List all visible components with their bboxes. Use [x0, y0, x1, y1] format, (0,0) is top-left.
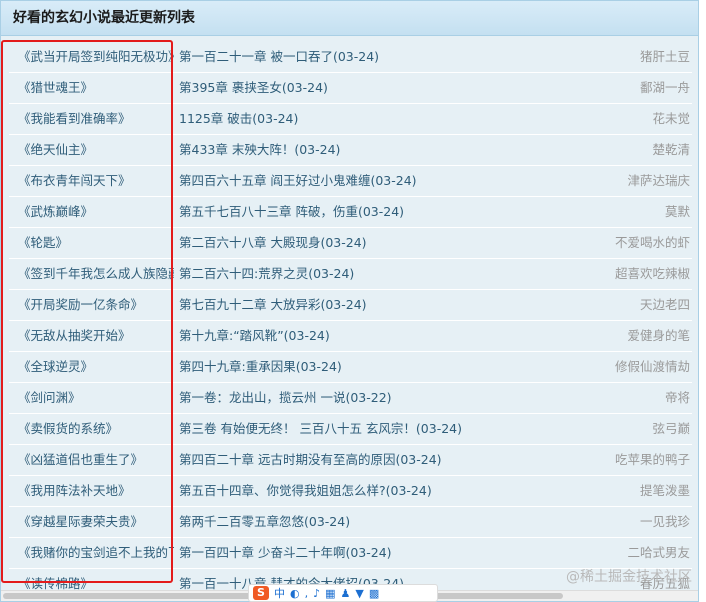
novel-title-link[interactable]: 《全球逆灵》 — [18, 352, 174, 382]
novel-title-link[interactable]: 《剑问渊》 — [18, 383, 174, 413]
list-item: 《签到千年我怎么成人族隐藏 第二百六十四:荒界之灵(03-24) 超喜欢吃辣椒 — [9, 259, 692, 290]
list-item: 《全球逆灵》 第四十九章:重承因果(03-24) 修假仙渡情劫 — [9, 352, 692, 383]
author-link[interactable]: 二哈式男友 — [580, 538, 690, 568]
ime-mode-toggle[interactable]: 中 — [274, 585, 285, 601]
mic-icon[interactable]: ♪ — [313, 587, 320, 600]
latest-chapter-link[interactable]: 第四十九章:重承因果(03-24) — [179, 352, 599, 382]
novel-title-link[interactable]: 《武炼巅峰》 — [18, 197, 174, 227]
author-link[interactable]: 提笔泼墨 — [580, 476, 690, 506]
ime-logo-icon[interactable]: S — [253, 586, 269, 600]
list-item: 《无敌从抽奖开始》 第十九章:“踏风靴”(03-24) 爱健身的笔 — [9, 321, 692, 352]
latest-chapter-link[interactable]: 第一百四十章 少奋斗二十年啊(03-24) — [179, 538, 599, 568]
latest-chapter-link[interactable]: 第两千二百零五章忽悠(03-24) — [179, 507, 599, 537]
latest-chapter-link[interactable]: 第433章 末殃大阵！(03-24) — [179, 135, 599, 165]
novel-title-link[interactable]: 《绝天仙主》 — [18, 135, 174, 165]
novel-title-link[interactable]: 《穿越星际妻荣夫贵》 — [18, 507, 174, 537]
novel-title-link[interactable]: 《我用阵法补天地》 — [18, 476, 174, 506]
novel-title-link[interactable]: 《我能看到准确率》 — [18, 104, 174, 134]
list-item: 《我赌你的宝剑追不上我的飞 第一百四十章 少奋斗二十年啊(03-24) 二哈式男友 — [9, 538, 692, 569]
novel-title-link[interactable]: 《签到千年我怎么成人族隐藏 — [18, 259, 174, 289]
list-item: 《凶猛道侣也重生了》 第四百二十章 远古时期没有至高的原因(03-24) 吃苹果的鸭… — [9, 445, 692, 476]
list-item: 《武炼巅峰》 第五千七百八十三章 阵破，伤重(03-24) 莫默 — [9, 197, 692, 228]
author-link[interactable]: 吃苹果的鸭子 — [580, 445, 690, 475]
latest-chapter-link[interactable]: 第四百六十五章 阎王好过小鬼难缠(03-24) — [179, 166, 599, 196]
latest-chapter-link[interactable]: 第七百九十二章 大放异彩(03-24) — [179, 290, 599, 320]
panel-header: 好看的玄幻小说最近更新列表 — [1, 1, 698, 36]
author-link[interactable]: 莫默 — [580, 197, 690, 227]
author-link[interactable]: 帝将 — [580, 383, 690, 413]
latest-chapter-link[interactable]: 第395章 裹挟圣女(03-24) — [179, 73, 599, 103]
author-link[interactable]: 一见我珍 — [580, 507, 690, 537]
list-item: 《绝天仙主》 第433章 末殃大阵！(03-24) 楚乾清 — [9, 135, 692, 166]
punctuation-icon[interactable]: , — [305, 587, 309, 600]
novel-title-link[interactable]: 《轮匙》 — [18, 228, 174, 258]
novel-title-link[interactable]: 《武当开局签到纯阳无极功》 — [18, 42, 174, 72]
vertical-scrollbar-track[interactable] — [699, 0, 706, 602]
latest-chapter-link[interactable]: 第十九章:“踏风靴”(03-24) — [179, 321, 599, 351]
list-item: 《我能看到准确率》 1125章 破击(03-24) 花未觉 — [9, 104, 692, 135]
author-link[interactable]: 楚乾清 — [580, 135, 690, 165]
latest-chapter-link[interactable]: 第二百六十四:荒界之灵(03-24) — [179, 259, 599, 289]
author-link[interactable]: 不爱喝水的虾 — [580, 228, 690, 258]
ime-toolbar[interactable]: S 中 ◐ , ♪ ▦ ♟ ▼ ▩ — [248, 584, 438, 602]
latest-chapter-link[interactable]: 第一卷：龙出山，揽云州 一说(03-22) — [179, 383, 599, 413]
list-item: 《开局奖励一亿条命》 第七百九十二章 大放异彩(03-24) 天边老四 — [9, 290, 692, 321]
list-item: 《剑问渊》 第一卷：龙出山，揽云州 一说(03-22) 帝将 — [9, 383, 692, 414]
watermark: @稀土掘金技术社区 — [566, 569, 692, 585]
list-item: 《武当开局签到纯阳无极功》 第一百二十一章 被一口吞了(03-24) 猪肝土豆 — [9, 42, 692, 73]
list-item: 《卖假货的系统》 第三卷 有始便无终！ 三百八十五 玄风宗！(03-24) 弦弓巅 — [9, 414, 692, 445]
author-link[interactable]: 津萨达瑞庆 — [580, 166, 690, 196]
author-link[interactable]: 花未觉 — [580, 104, 690, 134]
keyboard-icon[interactable]: ▦ — [325, 587, 335, 600]
author-link[interactable]: 鄱湖一舟 — [580, 73, 690, 103]
list-item: 《穿越星际妻荣夫贵》 第两千二百零五章忽悠(03-24) 一见我珍 — [9, 507, 692, 538]
novel-title-link[interactable]: 《凶猛道侣也重生了》 — [18, 445, 174, 475]
novel-title-link[interactable]: 《卖假货的系统》 — [18, 414, 174, 444]
shirt-icon[interactable]: ▼ — [355, 587, 363, 600]
author-link[interactable]: 超喜欢吃辣椒 — [580, 259, 690, 289]
latest-chapter-link[interactable]: 第五千七百八十三章 阵破，伤重(03-24) — [179, 197, 599, 227]
latest-chapter-link[interactable]: 第一百二十一章 被一口吞了(03-24) — [179, 42, 599, 72]
latest-chapter-link[interactable]: 第二百六十八章 大殿现身(03-24) — [179, 228, 599, 258]
author-link[interactable]: 猪肝土豆 — [580, 42, 690, 72]
grid-icon[interactable]: ▩ — [369, 587, 379, 600]
novel-list: 《武当开局签到纯阳无极功》 第一百二十一章 被一口吞了(03-24) 猪肝土豆 《猎世… — [9, 42, 692, 600]
author-link[interactable]: 天边老四 — [580, 290, 690, 320]
novel-title-link[interactable]: 《布衣青年闯天下》 — [18, 166, 174, 196]
novel-title-link[interactable]: 《猎世魂王》 — [18, 73, 174, 103]
list-item: 《我用阵法补天地》 第五百十四章、你觉得我姐姐怎么样?(03-24) 提笔泼墨 — [9, 476, 692, 507]
list-item: 《布衣青年闯天下》 第四百六十五章 阎王好过小鬼难缠(03-24) 津萨达瑞庆 — [9, 166, 692, 197]
novel-title-link[interactable]: 《我赌你的宝剑追不上我的飞 — [18, 538, 174, 568]
latest-chapter-link[interactable]: 第五百十四章、你觉得我姐姐怎么样?(03-24) — [179, 476, 599, 506]
list-item: 《猎世魂王》 第395章 裹挟圣女(03-24) 鄱湖一舟 — [9, 73, 692, 104]
author-link[interactable]: 弦弓巅 — [580, 414, 690, 444]
list-item: 《轮匙》 第二百六十八章 大殿现身(03-24) 不爱喝水的虾 — [9, 228, 692, 259]
latest-chapter-link[interactable]: 第三卷 有始便无终！ 三百八十五 玄风宗！(03-24) — [179, 414, 599, 444]
user-icon[interactable]: ♟ — [341, 587, 351, 600]
author-link[interactable]: 修假仙渡情劫 — [580, 352, 690, 382]
latest-chapter-link[interactable]: 1125章 破击(03-24) — [179, 104, 599, 134]
latest-chapter-link[interactable]: 第四百二十章 远古时期没有至高的原因(03-24) — [179, 445, 599, 475]
moon-icon[interactable]: ◐ — [290, 587, 300, 600]
novel-list-panel: 好看的玄幻小说最近更新列表 《武当开局签到纯阳无极功》 第一百二十一章 被一口吞了… — [0, 0, 699, 602]
novel-title-link[interactable]: 《开局奖励一亿条命》 — [18, 290, 174, 320]
novel-title-link[interactable]: 《无敌从抽奖开始》 — [18, 321, 174, 351]
author-link[interactable]: 爱健身的笔 — [580, 321, 690, 351]
